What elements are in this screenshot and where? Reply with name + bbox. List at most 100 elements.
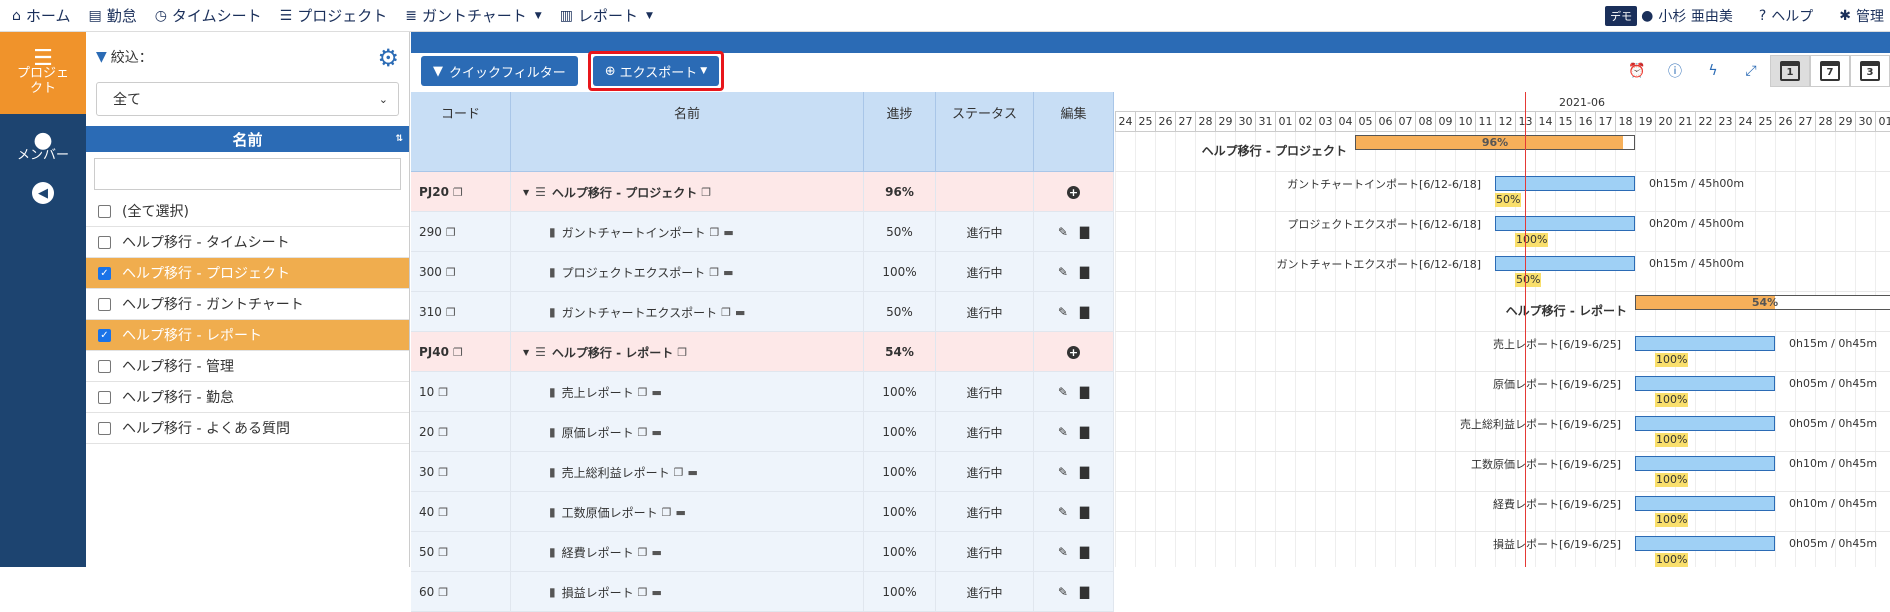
copy-icon[interactable]: ❐ [709, 266, 719, 279]
checkbox-icon[interactable] [98, 421, 111, 435]
info-icon[interactable]: ⓘ [1656, 61, 1694, 81]
copy-icon[interactable]: ❐ [638, 386, 648, 399]
copy-icon[interactable]: ❐ [677, 346, 687, 359]
edit-pencil-icon[interactable]: ✎ [1058, 385, 1068, 399]
filter-item[interactable]: ヘルプ移行 - タイムシート [86, 227, 409, 258]
copy-icon[interactable]: ❐ [453, 186, 463, 199]
gantt-task-bar[interactable] [1635, 456, 1775, 471]
nav-attendance[interactable]: ▤ 勤怠 [88, 5, 136, 26]
collapse-caret-icon[interactable]: ▼ [523, 188, 529, 197]
week-view-button[interactable]: 7 [1810, 55, 1850, 87]
copy-icon[interactable]: ❐ [446, 226, 456, 239]
filter-item[interactable]: ヘルプ移行 - 管理 [86, 351, 409, 382]
task-row[interactable]: 10 ❐ ▮ 売上レポート ❐ ▬ 100% 進行中 ✎ ▇ [411, 372, 1114, 412]
gantt-task-bar[interactable] [1635, 536, 1775, 551]
bolt-icon[interactable]: ϟ [1694, 63, 1732, 79]
sidebar-item-member[interactable]: ● メンバー [0, 118, 86, 178]
copy-icon[interactable]: ❐ [710, 226, 720, 239]
edit-pencil-icon[interactable]: ✎ [1058, 305, 1068, 319]
checkbox-checked-icon[interactable]: ✓ [98, 266, 111, 280]
task-row[interactable]: 60 ❐ ▮ 損益レポート ❐ ▬ 100% 進行中 ✎ ▇ [411, 572, 1114, 612]
edit-pencil-icon[interactable]: ✎ [1058, 505, 1068, 519]
gantt-task-bar[interactable] [1635, 496, 1775, 511]
copy-icon[interactable]: ❐ [446, 266, 456, 279]
header-name[interactable]: 名前 [511, 92, 864, 172]
trash-icon[interactable]: ▇ [1080, 465, 1089, 479]
copy-icon[interactable]: ❐ [638, 426, 648, 439]
header-progress[interactable]: 進捗 [864, 92, 936, 172]
copy-icon[interactable]: ❐ [438, 546, 448, 559]
back-arrow-icon[interactable]: ◀ [32, 182, 54, 204]
task-row[interactable]: 20 ❐ ▮ 原価レポート ❐ ▬ 100% 進行中 ✎ ▇ [411, 412, 1114, 452]
comment-icon[interactable]: ▬ [652, 386, 662, 399]
comment-icon[interactable]: ▬ [688, 466, 698, 479]
user-menu[interactable]: ● 小杉 亜由美 [1641, 6, 1733, 26]
nav-report[interactable]: ▥ レポート ▼ [560, 5, 653, 26]
comment-icon[interactable]: ▬ [723, 226, 733, 239]
copy-icon[interactable]: ❐ [438, 466, 448, 479]
filter-item[interactable]: ✓ ヘルプ移行 - レポート [86, 320, 409, 351]
task-row[interactable]: 30 ❐ ▮ 売上総利益レポート ❐ ▬ 100% 進行中 ✎ ▇ [411, 452, 1114, 492]
task-row[interactable]: 50 ❐ ▮ 経費レポート ❐ ▬ 100% 進行中 ✎ ▇ [411, 532, 1114, 572]
project-row[interactable]: PJ40 ❐ ▼ ☰ ヘルプ移行 - レポート ❐ 54% + [411, 332, 1114, 372]
trash-icon[interactable]: ▇ [1080, 505, 1089, 519]
collapse-caret-icon[interactable]: ▼ [523, 348, 529, 357]
gantt-task-bar[interactable] [1495, 216, 1635, 231]
trash-icon[interactable]: ▇ [1080, 585, 1089, 599]
trash-icon[interactable]: ▇ [1080, 305, 1089, 319]
fullscreen-icon[interactable]: ⤢ [1732, 63, 1770, 79]
name-column-header[interactable]: 名前 ⇅ [86, 126, 409, 152]
gantt-project-bar[interactable]: 54% [1635, 295, 1890, 310]
checkbox-icon[interactable] [98, 235, 111, 249]
checkbox-icon[interactable] [98, 204, 111, 218]
comment-icon[interactable]: ▬ [652, 586, 662, 599]
export-button[interactable]: ⊕ エクスポート ▼ [592, 56, 720, 86]
header-code[interactable]: コード [411, 92, 511, 172]
copy-icon[interactable]: ❐ [438, 386, 448, 399]
sidebar-item-project[interactable]: ☰ プロジェクト [0, 32, 86, 114]
gantt-task-bar[interactable] [1635, 376, 1775, 391]
nav-gantt[interactable]: ≣ ガントチャート ▼ [405, 5, 542, 26]
checkbox-icon[interactable] [98, 390, 111, 404]
copy-icon[interactable]: ❐ [638, 586, 648, 599]
gantt-task-bar[interactable] [1495, 256, 1635, 271]
task-row[interactable]: 310 ❐ ▮ ガントチャートエクスポート ❐ ▬ 50% 進行中 ✎ ▇ [411, 292, 1114, 332]
edit-pencil-icon[interactable]: ✎ [1058, 465, 1068, 479]
settings-gear-icon[interactable]: ⚙ [377, 44, 399, 72]
checkbox-icon[interactable] [98, 297, 111, 311]
copy-icon[interactable]: ❐ [638, 546, 648, 559]
header-status[interactable]: ステータス [936, 92, 1034, 172]
copy-icon[interactable]: ❐ [453, 346, 463, 359]
nav-home[interactable]: ⌂ ホーム [12, 5, 70, 26]
nav-help[interactable]: ? ヘルプ [1759, 6, 1813, 26]
edit-pencil-icon[interactable]: ✎ [1058, 265, 1068, 279]
comment-icon[interactable]: ▬ [735, 306, 745, 319]
add-task-icon[interactable]: + [1067, 185, 1080, 199]
edit-pencil-icon[interactable]: ✎ [1058, 545, 1068, 559]
comment-icon[interactable]: ▬ [652, 426, 662, 439]
gantt-task-bar[interactable] [1495, 176, 1635, 191]
filter-item[interactable]: ヘルプ移行 - よくある質問 [86, 413, 409, 444]
task-row[interactable]: 290 ❐ ▮ ガントチャートインポート ❐ ▬ 50% 進行中 ✎ ▇ [411, 212, 1114, 252]
filter-item[interactable]: ✓ ヘルプ移行 - プロジェクト [86, 258, 409, 289]
project-row[interactable]: PJ20 ❐ ▼ ☰ ヘルプ移行 - プロジェクト ❐ 96% + [411, 172, 1114, 212]
copy-icon[interactable]: ❐ [438, 586, 448, 599]
add-task-icon[interactable]: + [1067, 345, 1080, 359]
nav-project[interactable]: ☰ プロジェクト [280, 5, 388, 26]
gantt-task-bar[interactable] [1635, 336, 1775, 351]
month-view-button[interactable]: 3 [1850, 55, 1890, 87]
copy-icon[interactable]: ❐ [438, 506, 448, 519]
filter-item[interactable]: (全て選択) [86, 196, 409, 227]
quick-filter-button[interactable]: ▼ クイックフィルター [421, 56, 578, 86]
comment-icon[interactable]: ▬ [652, 546, 662, 559]
edit-pencil-icon[interactable]: ✎ [1058, 225, 1068, 239]
filter-item[interactable]: ヘルプ移行 - ガントチャート [86, 289, 409, 320]
filter-item[interactable]: ヘルプ移行 - 勤怠 [86, 382, 409, 413]
copy-icon[interactable]: ❐ [446, 306, 456, 319]
nav-admin[interactable]: ✱ 管理 [1839, 6, 1884, 26]
copy-icon[interactable]: ❐ [701, 186, 711, 199]
checkbox-checked-icon[interactable]: ✓ [98, 328, 111, 342]
edit-pencil-icon[interactable]: ✎ [1058, 425, 1068, 439]
edit-pencil-icon[interactable]: ✎ [1058, 585, 1068, 599]
day-view-button[interactable]: 1 [1770, 55, 1810, 87]
